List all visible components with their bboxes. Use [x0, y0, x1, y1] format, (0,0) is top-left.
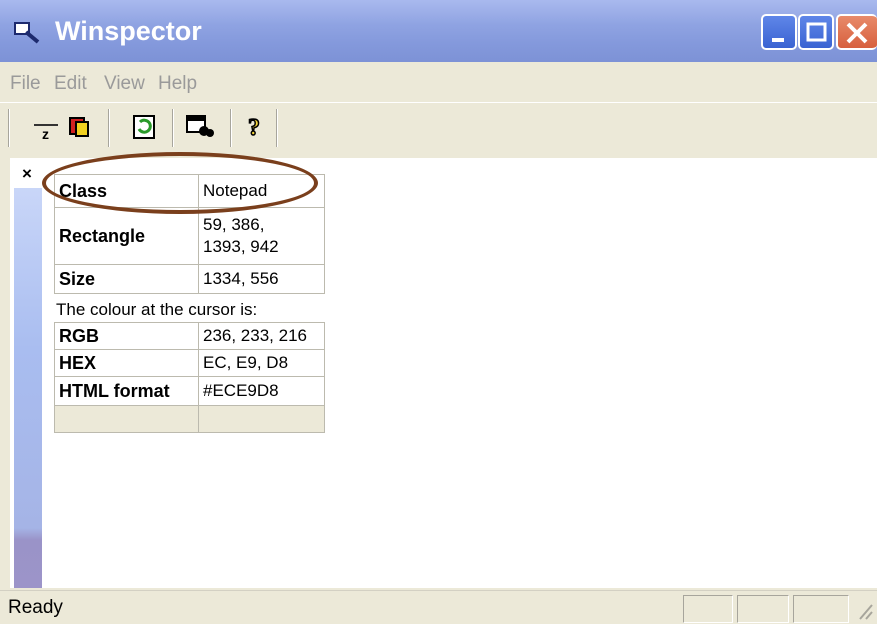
empty-cell: [54, 405, 199, 433]
rectangle-label: Rectangle: [54, 207, 199, 265]
svg-text:z: z: [42, 126, 49, 141]
hex-label: HEX: [54, 349, 199, 377]
html-format-label: HTML format: [54, 376, 199, 406]
resize-grip-icon[interactable]: [856, 601, 874, 624]
status-panel: [793, 595, 849, 623]
colour-caption: The colour at the cursor is:: [56, 300, 258, 319]
close-panel-icon[interactable]: ×: [22, 164, 32, 184]
find-window-icon[interactable]: [184, 111, 214, 141]
table-row: RGB 236, 233, 216: [54, 322, 325, 350]
html-format-value: #ECE9D8: [198, 376, 325, 406]
panel-side-bar: [14, 188, 42, 588]
highlight-icon[interactable]: [66, 111, 94, 141]
toolbar-separator: [230, 109, 232, 147]
rgb-value: 236, 233, 216: [198, 322, 325, 350]
toolbar-separator: [108, 109, 110, 147]
toolbar-grip: [8, 109, 10, 147]
status-panel: [737, 595, 789, 623]
highlight-annotation: [42, 152, 318, 214]
rectangle-value-line2: 1393, 942: [203, 237, 279, 256]
table-row: Rectangle 59, 386, 1393, 942: [54, 207, 325, 265]
rectangle-value: 59, 386, 1393, 942: [198, 207, 325, 265]
title-bar[interactable]: Winspector: [0, 0, 877, 62]
toolbar: z ?: [0, 102, 877, 153]
table-row: HTML format #ECE9D8: [54, 376, 325, 406]
status-panel: [683, 595, 733, 623]
toolbar-separator: [276, 109, 278, 147]
status-text: Ready: [8, 597, 63, 618]
size-label: Size: [54, 264, 199, 294]
menu-bar: File Edit View Help: [0, 62, 877, 102]
table-row: Size 1334, 556: [54, 264, 325, 294]
table-row: [54, 405, 325, 433]
help-icon[interactable]: ?: [242, 111, 270, 142]
minimize-button[interactable]: [761, 14, 797, 50]
svg-text:?: ?: [248, 115, 260, 141]
close-button[interactable]: [836, 14, 877, 50]
z-order-icon[interactable]: z: [32, 111, 60, 142]
menu-help[interactable]: Help: [158, 73, 197, 95]
menu-view[interactable]: View: [104, 73, 145, 95]
table-row: HEX EC, E9, D8: [54, 349, 325, 377]
hex-value: EC, E9, D8: [198, 349, 325, 377]
colour-table: RGB 236, 233, 216 HEX EC, E9, D8 HTML fo…: [54, 322, 325, 433]
menu-edit[interactable]: Edit: [54, 73, 87, 95]
rectangle-value-line1: 59, 386,: [203, 215, 265, 234]
size-value: 1334, 556: [198, 264, 325, 294]
rgb-label: RGB: [54, 322, 199, 350]
maximize-button[interactable]: [798, 14, 834, 50]
status-bar: Ready: [0, 590, 877, 624]
winspector-window: Winspector File Edit View Help z ? × Cla…: [0, 0, 877, 624]
refresh-icon[interactable]: [130, 111, 158, 141]
menu-file[interactable]: File: [10, 73, 41, 95]
magnifier-icon: [14, 22, 40, 44]
empty-cell: [198, 405, 325, 433]
window-title: Winspector: [55, 16, 202, 46]
toolbar-separator: [172, 109, 174, 147]
